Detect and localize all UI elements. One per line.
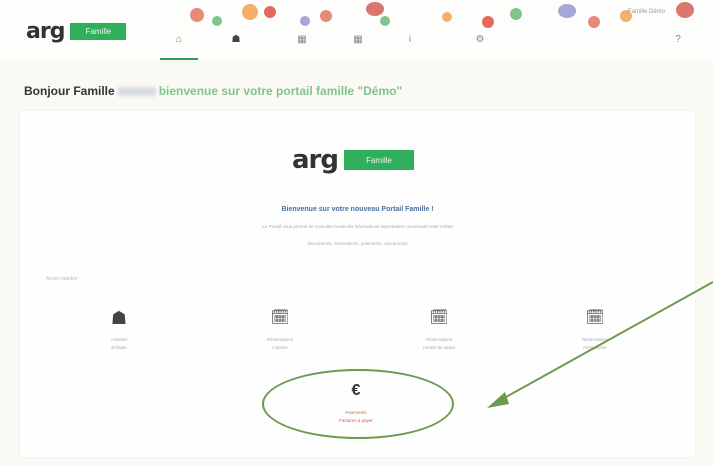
annotation-arrow <box>487 281 713 408</box>
